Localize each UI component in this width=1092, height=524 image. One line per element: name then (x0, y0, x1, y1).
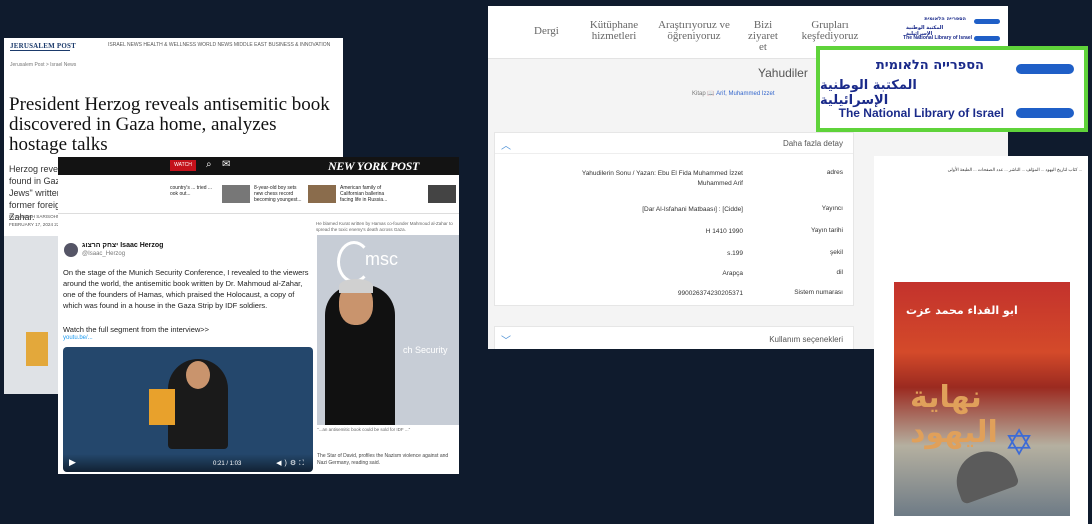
small-logo-hebrew: הספרייה הלאומית (924, 16, 966, 22)
tweet-body: On the stage of the Munich Security Conf… (63, 268, 309, 310)
photo-caption-top: He blamed Kurat written by Hamas co-foun… (316, 221, 453, 232)
speaker-hair (339, 279, 373, 293)
cover-title: نهاية اليهود (910, 380, 998, 450)
book-bibliographic-text: كتاب لتاريخ اليهود ... المؤلف ... الناشر… (947, 167, 1082, 172)
watch-badge[interactable]: WATCH (170, 160, 196, 171)
photo-caption: "...an antisemitic book could be sold fo… (317, 427, 411, 432)
detail-row: Arapça dil (495, 269, 853, 289)
detail-row: 990026374230205371 Sistem numarası (495, 289, 853, 309)
book-in-hand-image (26, 332, 48, 366)
article-body-text: The Star of David, profiles the Nazism v… (317, 453, 449, 466)
trending-strip: country's ... tried ... ook out... 8-yea… (58, 177, 459, 214)
detail-key: şekil (829, 249, 843, 256)
jpost-masthead[interactable]: JERUSALEM POST (10, 42, 76, 50)
chevron-up-icon[interactable]: ︿ (501, 137, 511, 152)
mail-icon[interactable]: ✉ (222, 159, 230, 170)
detail-value: 990026374230205371 (677, 290, 743, 297)
tweet-watch-text: Watch the full segment from the intervie… (63, 325, 210, 334)
usage-panel[interactable]: ﹀ Kullanım seçenekleri (494, 326, 854, 349)
logo-stripe (974, 19, 1000, 24)
search-icon[interactable]: ⌕ (206, 159, 212, 170)
detail-value: [Dar Al-Isfahani Matbaası] : [Cidde] (642, 206, 743, 213)
masthead-rule (10, 50, 70, 51)
detail-key: Sistem numarası (794, 289, 843, 296)
cover-author: ابو الفداء محمد عزت (906, 304, 1018, 317)
trending-item[interactable]: 8-year-old boy sets new chess record bec… (254, 185, 304, 203)
tweet-handle[interactable]: @Isaac_Herzog (82, 251, 125, 257)
nli-logo-highlight: הספרייה הלאומית المكتبة الوطنية الإسرائي… (816, 46, 1088, 132)
record-title: Yahudiler (758, 66, 808, 80)
nav-item-visit[interactable]: Bizi ziyaret et (746, 20, 780, 53)
logo-hebrew: הספרייה הלאומית (875, 58, 984, 73)
nypost-topbar: WATCH ⌕ ✉ NEW YORK POST (58, 157, 459, 175)
trending-thumb[interactable] (428, 185, 456, 203)
detail-key: dil (836, 269, 843, 276)
nav-item-groups[interactable]: Grupları keşfediyoruz (794, 20, 866, 42)
record-type: Kitap (692, 91, 706, 97)
tweet-link[interactable]: youtu.be/... (63, 335, 93, 341)
avatar[interactable] (64, 243, 78, 257)
detail-key: Yayın tarihi (810, 227, 843, 234)
logo-english: The National Library of Israel (838, 106, 1004, 120)
detail-value: s.199 (727, 250, 743, 257)
detail-row: s.199 şekil (495, 249, 853, 269)
details-panel-title[interactable]: Daha fazla detay (783, 139, 843, 148)
detail-row: Yahudilerin Sonu / Yazan: Ebu El Fida Mu… (495, 169, 853, 189)
detail-row: H 1410 1990 Yayın tarihi (495, 227, 853, 247)
tweet-author-name[interactable]: יצחק הרצוג Isaac Herzog (82, 242, 163, 249)
embedded-tweet: יצחק הרצוג Isaac Herzog @Isaac_Herzog On… (58, 235, 316, 474)
video-player[interactable]: ▶ 0:21 / 1:03 ◀)⚙⛶ (63, 347, 313, 472)
trending-thumb[interactable] (222, 185, 250, 203)
nli-small-logo[interactable]: הספרייה הלאומית المكتبة الوطنية الإسرائي… (903, 16, 1002, 46)
nypost-article-screenshot: WATCH ⌕ ✉ NEW YORK POST country's ... tr… (58, 157, 459, 474)
usage-panel-title[interactable]: Kullanım seçenekleri (769, 335, 843, 344)
detail-value: Yahudilerin Sonu / Yazan: Ebu El Fida Mu… (581, 170, 743, 187)
trending-thumb[interactable] (308, 185, 336, 203)
msc-banner-text: ch Security (403, 345, 448, 355)
logo-stripe-top (1016, 64, 1074, 74)
nav-item-services[interactable]: Kütüphane hizmetleri (586, 20, 642, 42)
conference-photo: msc ch Security (317, 235, 459, 425)
details-panel-header[interactable]: ︿ Daha fazla detay (495, 133, 853, 154)
detail-value: Arapça (722, 270, 743, 277)
breadcrumb[interactable]: Jerusalem Post > Israel News (10, 62, 76, 68)
author-link[interactable]: Arif, Muhammed Izzet (716, 91, 774, 97)
logo-stripe (974, 36, 1000, 41)
video-time: 0:21 / 1:03 (213, 461, 242, 467)
record-meta: Kitap 📖 Arif, Muhammed Izzet (692, 91, 775, 97)
detail-row: [Dar Al-Isfahani Matbaası] : [Cidde] Yay… (495, 205, 853, 225)
detail-value: H 1410 1990 (705, 228, 743, 235)
logo-arabic: المكتبة الوطنية الإسرائيلية (820, 78, 917, 108)
msc-logo-text: msc (365, 249, 398, 269)
video-controls: ▶ 0:21 / 1:03 ◀)⚙⛶ (63, 454, 313, 472)
logo-stripe-bottom (1016, 108, 1074, 118)
play-icon[interactable]: ▶ (69, 457, 76, 468)
video-control-icons[interactable]: ◀)⚙⛶ (276, 459, 307, 468)
star-of-david-icon: ✡ (1004, 422, 1035, 463)
chevron-down-icon[interactable]: ﹀ (501, 332, 511, 347)
jpost-nav[interactable]: ISRAEL NEWS HEALTH & WELLNESS WORLD NEWS… (108, 42, 330, 48)
speaker-face (186, 361, 210, 389)
article-headline: President Herzog reveals antisemitic boo… (9, 94, 330, 155)
small-logo-english: The National Library of Israel (903, 35, 972, 41)
nypost-logo[interactable]: NEW YORK POST (328, 159, 419, 174)
book-held-up (149, 389, 175, 425)
trending-item[interactable]: American family of Californian ballerina… (340, 185, 390, 203)
details-panel: ︿ Daha fazla detay Yahudilerin Sonu / Ya… (494, 132, 854, 306)
book-cover: ابو الفداء محمد عزت نهاية اليهود ✡ (894, 282, 1070, 516)
nav-item-dergi[interactable]: Dergi (534, 26, 559, 37)
trending-item[interactable]: country's ... tried ... ook out... (170, 185, 220, 197)
nav-item-research[interactable]: Araştırıyoruz ve öğreniyoruz (656, 20, 732, 42)
detail-key: adres (826, 169, 843, 176)
book-page-scan: كتاب لتاريخ اليهود ... المؤلف ... الناشر… (874, 156, 1088, 524)
detail-key: Yayıncı (821, 205, 843, 212)
